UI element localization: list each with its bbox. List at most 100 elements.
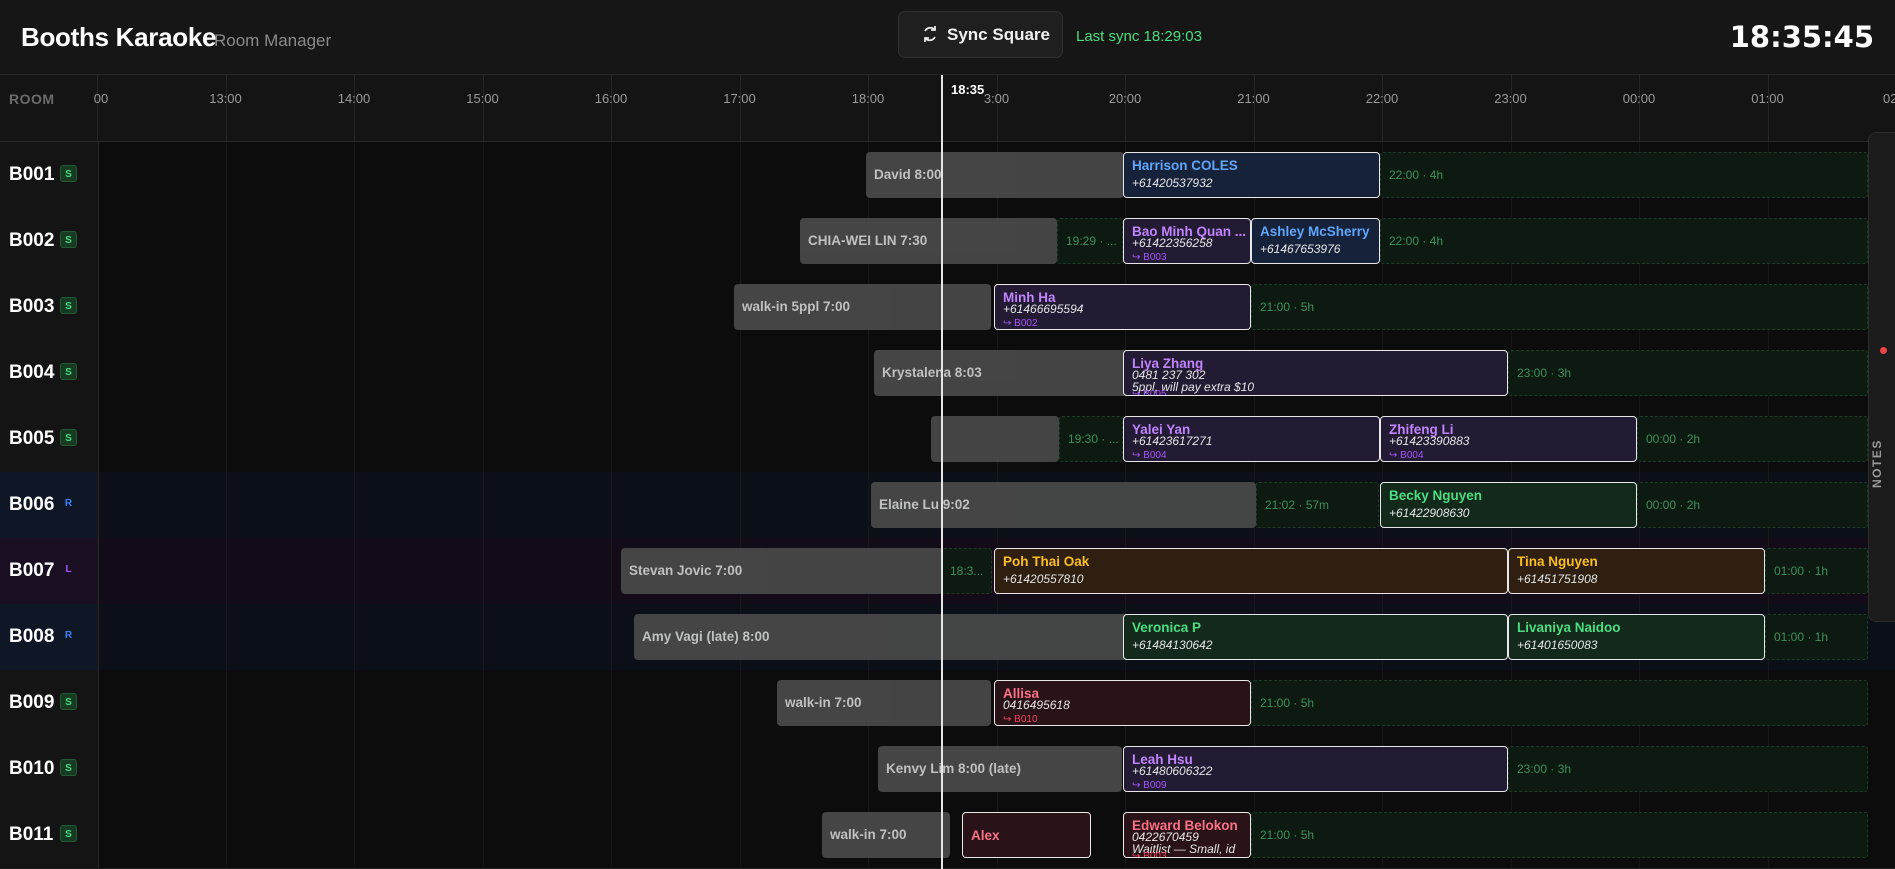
reservation-block[interactable]: Zhifeng Li +61423390883 ↪ B004 [1380, 416, 1637, 462]
hour-gridline [739, 142, 741, 869]
room-cell[interactable]: B009 S [0, 670, 99, 736]
session-label: Amy Vagi (late) 8:00 [642, 629, 770, 644]
free-slot[interactable]: 22:00 · 4h [1380, 218, 1868, 264]
hour-tick [1125, 75, 1126, 141]
free-slot[interactable]: 22:00 · 4h [1380, 152, 1868, 198]
reservation-block[interactable]: Ashley McSherry +61467653976 [1251, 218, 1380, 264]
room-name: B008 [9, 626, 55, 647]
unread-dot-icon [1880, 347, 1887, 354]
reservation-block[interactable]: Tina Nguyen +61451751908 [1508, 548, 1765, 594]
reservation-block[interactable]: Alex [962, 812, 1091, 858]
free-slot[interactable]: 23:00 · 3h [1508, 350, 1868, 396]
room-cell[interactable]: B004 S [0, 340, 99, 406]
reservation-block[interactable]: Leah Hsu +61480606322 ↪ B009 [1123, 746, 1508, 792]
app-title: Booths Karaoke [21, 22, 217, 52]
active-session-block[interactable]: walk-in 7:00 [822, 812, 950, 858]
reservation-phone: +61422908630 [1389, 506, 1470, 520]
room-name: B002 [9, 230, 55, 251]
room-cell[interactable]: B003 S [0, 274, 99, 340]
free-slot-label: 01:00 · 1h [1774, 564, 1829, 578]
reservation-phone: +61423617271 [1132, 434, 1213, 448]
free-slot-label: 21:00 · 5h [1260, 828, 1315, 842]
sync-square-button[interactable]: Sync Square [898, 11, 1063, 58]
room-cell[interactable]: B005 S [0, 406, 99, 472]
reservation-block[interactable]: Harrison COLES +61420537932 [1123, 152, 1380, 198]
active-session-block[interactable]: walk-in 7:00 [777, 680, 991, 726]
room-cell[interactable]: B008 R [0, 604, 99, 670]
reservation-block[interactable]: Edward Belokon 0422670459 Waitlist — Small… [1123, 812, 1251, 858]
reservation-phone: +61422356258 [1132, 236, 1213, 250]
room-size-badge: S [60, 363, 77, 380]
hour-label: 23:00 [1494, 91, 1527, 106]
notes-tab-label: NOTES [1870, 439, 1884, 488]
reservation-phone: +61401650083 [1517, 638, 1598, 652]
free-slot[interactable]: 00:00 · 2h [1637, 416, 1868, 462]
room-name: B009 [9, 692, 55, 713]
free-slot[interactable]: 01:00 · 1h [1765, 614, 1868, 660]
reservation-block[interactable]: Liya Zhang 0481 237 302 5ppl, will pay ext… [1123, 350, 1508, 396]
room-cell[interactable]: B011 S [0, 802, 99, 868]
reservation-block[interactable]: Yalei Yan +61423617271 ↪ B004 [1123, 416, 1380, 462]
reservation-block[interactable]: Allisa 0416495618 ↪ B010 [994, 680, 1251, 726]
reservation-block[interactable]: Poh Thai Oak +61420557810 [994, 548, 1508, 594]
hour-tick [868, 75, 869, 141]
current-time-label: 18:35 [951, 82, 985, 97]
reservation-block[interactable]: Bao Minh Quan ... +61422356258 ↪ B003 [1123, 218, 1251, 264]
room-cell[interactable]: B006 R [0, 472, 99, 538]
reservation-block[interactable]: Veronica P +61484130642 [1123, 614, 1508, 660]
hour-label: 13:00 [209, 91, 242, 106]
free-slot[interactable]: 18:3... [941, 548, 992, 594]
active-session-block[interactable]: CHIA-WEI LIN 7:30 [800, 218, 1057, 264]
hour-label: 21:00 [1237, 91, 1270, 106]
free-slot[interactable]: 19:29 · ... [1057, 218, 1123, 264]
hour-tick [97, 75, 98, 141]
room-cell[interactable]: B010 S [0, 736, 99, 802]
room-name: B005 [9, 428, 55, 449]
room-cell[interactable]: B002 S [0, 208, 99, 274]
linked-room-label: ↪ B009 [1132, 780, 1167, 791]
app-header: Booths Karaoke Room Manager Sync Square … [0, 0, 1895, 75]
free-slot[interactable]: 21:00 · 5h [1251, 680, 1868, 726]
free-slot[interactable]: 21:00 · 5h [1251, 284, 1868, 330]
free-slot-label: 23:00 · 3h [1517, 366, 1572, 380]
active-session-block[interactable]: Krystalena 8:03 [874, 350, 1132, 396]
free-slot-label: 21:02 · 57m [1265, 498, 1330, 512]
linked-room-label: ↪ B002 [1003, 318, 1038, 329]
room-name: B006 [9, 494, 55, 515]
reservation-block[interactable]: Becky Nguyen +61422908630 [1380, 482, 1637, 528]
room-size-badge: S [60, 825, 77, 842]
free-slot[interactable]: 19:30 · ... [1059, 416, 1123, 462]
free-slot[interactable]: 23:00 · 3h [1508, 746, 1868, 792]
hour-tick [996, 75, 998, 141]
active-session-block[interactable]: Kenvy Lim 8:00 (late) [878, 746, 1122, 792]
active-session-block[interactable]: Amy Vagi (late) 8:00 [634, 614, 1148, 660]
active-session-block[interactable]: Stevan Jovic 7:00 [621, 548, 943, 594]
room-cell[interactable]: B007 L [0, 538, 99, 604]
room-size-badge: S [60, 165, 77, 182]
session-label: CHIA-WEI LIN 7:30 [808, 233, 928, 248]
active-session-block[interactable]: David 8:00 [866, 152, 1124, 198]
room-cell[interactable]: B001 S [0, 142, 99, 208]
current-time-clock: 18:35:45 [1729, 20, 1874, 54]
notes-side-tab[interactable]: NOTES [1868, 132, 1895, 622]
reservation-block[interactable]: Livaniya Naidoo +61401650083 [1508, 614, 1765, 660]
linked-room-label: ↪ B010 [1003, 714, 1038, 725]
room-size-badge: S [60, 297, 77, 314]
free-slot[interactable]: 21:02 · 57m [1256, 482, 1379, 528]
free-slot[interactable]: 21:00 · 5h [1251, 812, 1868, 858]
free-slot[interactable]: 00:00 · 2h [1637, 482, 1868, 528]
hour-label: 18:00 [851, 91, 885, 106]
active-session-block[interactable]: walk-in 5ppl 7:00 [734, 284, 991, 330]
free-slot[interactable]: 01:00 · 1h [1765, 548, 1868, 594]
free-slot-label: 19:29 · ... [1066, 234, 1117, 248]
free-slot-label: 22:00 · 4h [1389, 234, 1444, 248]
active-session-block[interactable]: Elaine Lu 9:02 [871, 482, 1256, 528]
room-column-header: ROOM [9, 91, 55, 107]
hour-label: 22:00 [1365, 91, 1399, 106]
room-size-badge: S [60, 759, 77, 776]
hour-gridline [482, 142, 484, 869]
reservation-phone: +61451751908 [1517, 572, 1598, 586]
active-session-block[interactable] [931, 416, 1059, 462]
room-size-badge: R [64, 630, 73, 641]
reservation-block[interactable]: Minh Ha +61466695594 ↪ B002 [994, 284, 1251, 330]
